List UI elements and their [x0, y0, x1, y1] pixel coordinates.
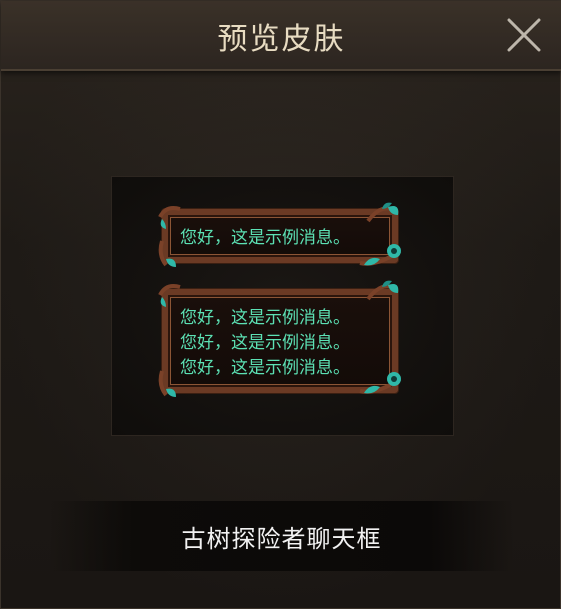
leaf-decoration-icon	[359, 372, 402, 394]
leaf-decoration-icon	[366, 202, 399, 223]
preview-skin-dialog: 预览皮肤 您好，这是示例消息。 您好，这是示例消息。 您好，这是示例消息。 您好…	[0, 0, 561, 609]
skin-name-label: 古树探险者聊天框	[181, 525, 382, 553]
skin-preview-area: 您好，这是示例消息。 您好，这是示例消息。 您好，这是示例消息。 您好，这是示例…	[111, 176, 454, 436]
message-text: 您好，这是示例消息。	[180, 228, 350, 248]
close-icon	[507, 18, 541, 52]
leaf-decoration-icon	[158, 240, 176, 267]
close-button[interactable]	[504, 15, 544, 55]
leaf-decoration-icon	[366, 280, 399, 301]
leaf-decoration-icon	[359, 244, 402, 266]
message-text: 您好，这是示例消息。	[180, 308, 350, 328]
message-text: 您好，这是示例消息。	[180, 333, 350, 353]
skin-name-bar: 古树探险者聊天框	[49, 501, 514, 571]
leaf-decoration-icon	[158, 206, 181, 229]
leaf-decoration-icon	[158, 370, 176, 397]
dialog-header: 预览皮肤	[1, 1, 561, 71]
leaf-decoration-icon	[158, 284, 181, 307]
message-text: 您好，这是示例消息。	[180, 358, 350, 378]
dialog-title: 预览皮肤	[217, 22, 346, 57]
